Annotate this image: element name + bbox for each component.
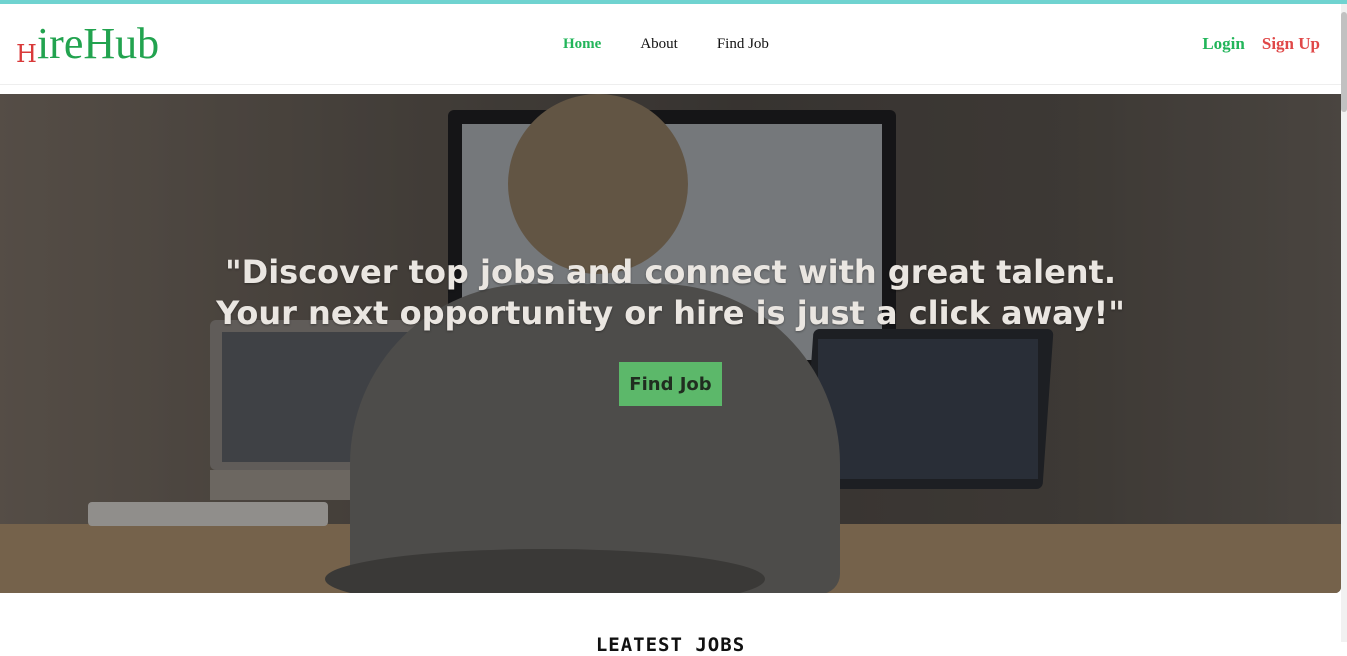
signup-link[interactable]: Sign Up	[1262, 34, 1320, 54]
scrollbar-thumb[interactable]	[1341, 12, 1347, 112]
login-link[interactable]: Login	[1202, 34, 1245, 54]
logo-text: ireHub	[36, 19, 160, 68]
site-logo[interactable]: HireHub	[16, 19, 160, 68]
latest-jobs-heading: LEATEST JOBS	[595, 633, 746, 656]
hero-tagline-line-1: "Discover top jobs and connect with grea…	[224, 253, 1117, 291]
auth-links: Login Sign Up	[1202, 34, 1320, 54]
hero-banner: "Discover top jobs and connect with grea…	[0, 94, 1341, 593]
hero-tagline-line-2: Your next opportunity or hire is just a …	[216, 294, 1125, 332]
main-nav: Home About Find Job	[563, 36, 769, 53]
nav-about-link[interactable]: About	[640, 36, 678, 53]
hero-find-job-button[interactable]: Find Job	[619, 362, 722, 406]
logo-initial: H	[16, 40, 37, 68]
hero-dark-overlay	[0, 94, 1341, 593]
nav-home-link[interactable]: Home	[563, 36, 601, 53]
hero-tagline: "Discover top jobs and connect with grea…	[200, 252, 1141, 334]
navbar: HireHub Home About Find Job Login Sign U…	[0, 4, 1341, 85]
page-scrollbar[interactable]	[1341, 4, 1347, 642]
nav-find-job-link[interactable]: Find Job	[717, 36, 769, 53]
